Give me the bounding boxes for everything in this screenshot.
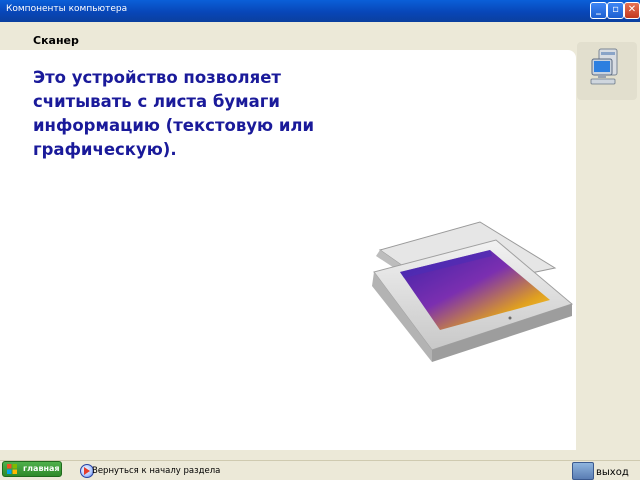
title-bar: Компоненты компьютера _ ▫ ✕ [0, 0, 640, 22]
page-title: Сканер [33, 34, 79, 47]
home-label: главная [23, 464, 60, 473]
divider [0, 460, 640, 461]
description-text: Это устройство позволяет считывать с лис… [33, 68, 315, 159]
window-title: Компоненты компьютера [6, 4, 128, 14]
maximize-button[interactable]: ▫ [607, 2, 624, 19]
close-button[interactable]: ✕ [624, 2, 640, 19]
scanner-image [372, 221, 574, 362]
windows-logo-icon [7, 464, 17, 474]
exit-link[interactable]: выход [596, 467, 629, 478]
exit-icon[interactable] [572, 462, 594, 480]
computer-icon[interactable] [590, 47, 622, 89]
home-button[interactable]: главная [2, 461, 62, 477]
minimize-button[interactable]: _ [590, 2, 607, 19]
back-to-section-link[interactable]: Вернуться к началу раздела [92, 466, 220, 476]
back-arrow-icon [84, 467, 90, 475]
